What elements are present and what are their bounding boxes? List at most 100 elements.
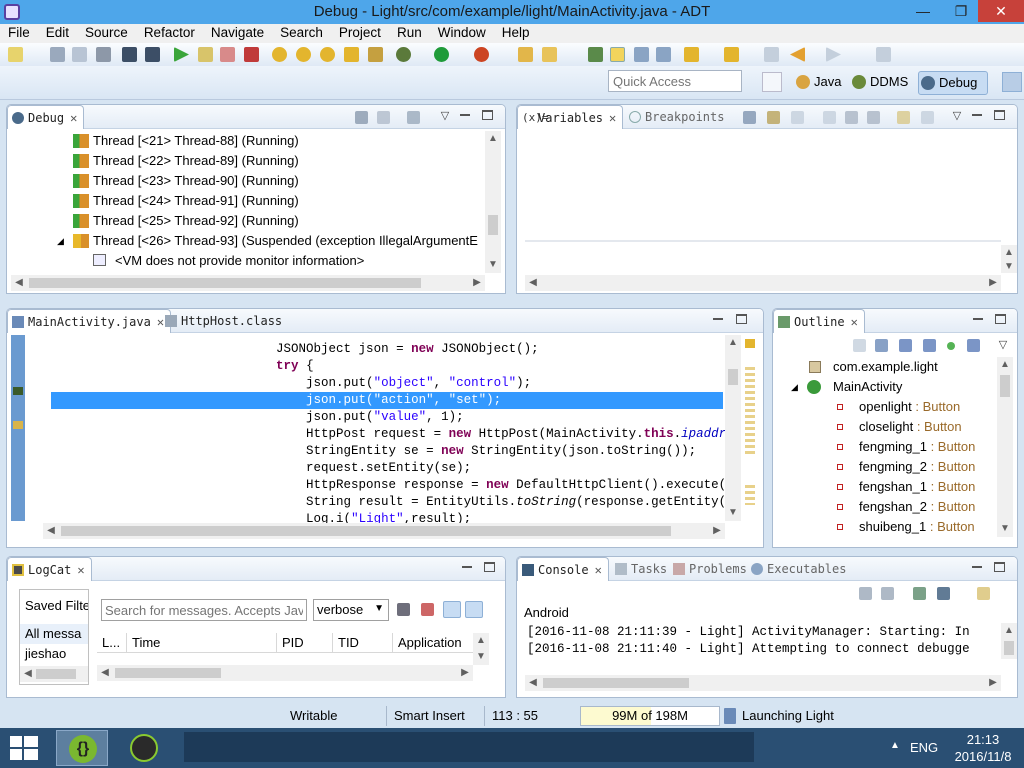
console-vertical-scrollbar[interactable]: ▲ [1001, 623, 1017, 659]
menu-source[interactable]: Source [77, 24, 136, 43]
maximize-view-icon[interactable] [994, 562, 1005, 572]
outline-field[interactable]: openlight : Button [837, 397, 960, 417]
display-console-icon[interactable] [937, 587, 950, 600]
disconnect-icon[interactable] [244, 47, 259, 62]
thread-row[interactable]: Thread [<21> Thread-88] (Running) [73, 131, 299, 151]
language-indicator[interactable]: ENG [910, 740, 938, 755]
maximize-editor-icon[interactable] [736, 314, 747, 324]
save-icon[interactable] [50, 47, 65, 62]
close-tab-icon[interactable]: ✕ [70, 111, 77, 125]
filter-all-messages[interactable]: All messa [20, 624, 88, 644]
logcat-vertical-scrollbar[interactable]: ▲ ▼ [473, 633, 489, 665]
tab-breakpoints[interactable]: Breakpoints [625, 105, 730, 129]
step-filter-icon[interactable] [407, 111, 420, 124]
close-tab-icon[interactable]: ✕ [77, 563, 84, 577]
block-selection-icon[interactable] [634, 47, 649, 62]
thread-row[interactable]: Thread [<24> Thread-91] (Running) [73, 191, 299, 211]
sort-icon[interactable] [875, 339, 888, 352]
editor-horizontal-scrollbar[interactable]: ◀ ▶ [43, 523, 725, 539]
scroll-lock-console-icon[interactable] [881, 587, 894, 600]
hide-static-icon[interactable] [923, 339, 936, 352]
logcat-horizontal-scrollbar[interactable]: ◀ ▶ [97, 665, 473, 681]
variables-horizontal-scrollbar[interactable]: ◀ ▶ [525, 275, 1001, 291]
taskbar-clock[interactable]: 21:13 2016/11/8 [948, 731, 1018, 765]
code-area[interactable]: JSONObject json = new JSONObject(); try … [7, 333, 734, 526]
code-line-selected[interactable]: json.put("action", "set"); [51, 392, 723, 409]
import-icon[interactable] [122, 47, 137, 62]
expand-arrow-icon[interactable]: ◢ [791, 377, 798, 397]
minimize-view-icon[interactable] [972, 566, 982, 568]
close-tab-icon[interactable]: ✕ [595, 563, 602, 577]
print-icon[interactable] [96, 47, 111, 62]
debug-vertical-scrollbar[interactable]: ▲ ▼ [485, 131, 501, 273]
show-hidden-icons[interactable]: ▲ [890, 740, 900, 751]
filter-jieshao[interactable]: jieshao [20, 644, 88, 664]
outline-package[interactable]: com.example.light [809, 357, 938, 377]
drop-to-frame-icon[interactable] [344, 47, 359, 62]
menu-edit[interactable]: Edit [38, 24, 77, 43]
tab-httphost-class[interactable]: HttpHost.class [161, 309, 288, 333]
code-line[interactable]: HttpResponse response = new DefaultHttpC… [51, 477, 734, 494]
code-line[interactable]: json.put("value", 1); [51, 409, 464, 426]
step-return-icon[interactable] [320, 47, 335, 62]
vm-info-row[interactable]: <VM does not provide monitor information… [93, 251, 364, 271]
remove-selected-icon[interactable] [845, 111, 858, 124]
minimize-view-icon[interactable] [972, 114, 982, 116]
close-tab-icon[interactable]: ✕ [851, 315, 858, 329]
open-console-icon[interactable] [977, 587, 990, 600]
show-type-names-icon[interactable] [743, 111, 756, 124]
taskbar-adt-button[interactable]: {} [56, 730, 108, 766]
outline-field[interactable]: closelight : Button [837, 417, 962, 437]
maximize-view-icon[interactable] [482, 110, 493, 120]
filters-horizontal-scrollbar[interactable]: ◀ [20, 666, 88, 682]
quick-access-input[interactable] [608, 70, 742, 92]
thread-row[interactable]: Thread [<25> Thread-92] (Running) [73, 211, 299, 231]
console-output[interactable]: [2016-11-08 21:11:39 - Light] ActivityMa… [527, 624, 997, 658]
thread-row[interactable]: Thread [<23> Thread-90] (Running) [73, 171, 299, 191]
code-line[interactable]: HttpPost request = new HttpPost(MainActi… [51, 426, 734, 443]
outline-vertical-scrollbar[interactable]: ▲ ▼ [997, 357, 1013, 537]
open-type-icon[interactable] [518, 47, 533, 62]
menu-navigate[interactable]: Navigate [203, 24, 272, 43]
menu-search[interactable]: Search [272, 24, 331, 43]
tab-problems[interactable]: Problems [669, 557, 753, 581]
code-line[interactable]: JSONObject json = new JSONObject(); [51, 341, 539, 358]
col-level[interactable]: L... [97, 633, 127, 653]
external-tools-icon[interactable] [474, 47, 489, 62]
remove-all-breakpoints-icon[interactable] [867, 111, 880, 124]
minimize-editor-icon[interactable] [713, 318, 723, 320]
log-level-select[interactable]: verbose ▼ [313, 599, 389, 621]
collapse-all-icon[interactable] [791, 111, 804, 124]
tab-console[interactable]: Console ✕ [517, 557, 609, 581]
hide-non-public-icon[interactable] [947, 342, 955, 350]
tab-variables[interactable]: (x)= Variables ✕ [517, 105, 624, 129]
tab-executables[interactable]: Executables [747, 557, 852, 581]
hide-local-types-icon[interactable] [967, 339, 980, 352]
run-icon[interactable] [434, 47, 449, 62]
clear-console-icon[interactable] [859, 587, 872, 600]
col-pid[interactable]: PID [277, 633, 333, 653]
search-tool-icon[interactable] [542, 47, 557, 62]
go-to-file-icon[interactable] [823, 111, 836, 124]
maximize-view-icon[interactable] [994, 110, 1005, 120]
link-icon[interactable] [921, 111, 934, 124]
use-step-filters-icon[interactable] [368, 47, 383, 62]
col-tid[interactable]: TID [333, 633, 393, 653]
mark-occurrences-icon[interactable] [610, 47, 625, 62]
code-line[interactable]: try { [51, 358, 314, 375]
menu-project[interactable]: Project [331, 24, 389, 43]
outline-field[interactable]: fengshan_1 : Button [837, 477, 975, 497]
variables-vertical-scrollbar[interactable]: ▲ ▼ [1001, 245, 1017, 273]
annotation-icon[interactable] [588, 47, 603, 62]
debug-run-icon[interactable] [396, 47, 411, 62]
pin-editor-icon[interactable] [876, 47, 891, 62]
step-into-icon[interactable] [272, 47, 287, 62]
logcat-search-input[interactable] [101, 599, 307, 621]
toggle-toolbar-icon[interactable] [1002, 72, 1022, 92]
tab-tasks[interactable]: Tasks [611, 557, 673, 581]
resume-icon[interactable] [174, 47, 189, 62]
outline-field[interactable]: shuibeng_1 : Button [837, 517, 975, 537]
view-menu-icon[interactable]: ▽ [951, 110, 963, 122]
expand-arrow-icon[interactable]: ◢ [57, 231, 64, 251]
menu-window[interactable]: Window [430, 24, 494, 43]
